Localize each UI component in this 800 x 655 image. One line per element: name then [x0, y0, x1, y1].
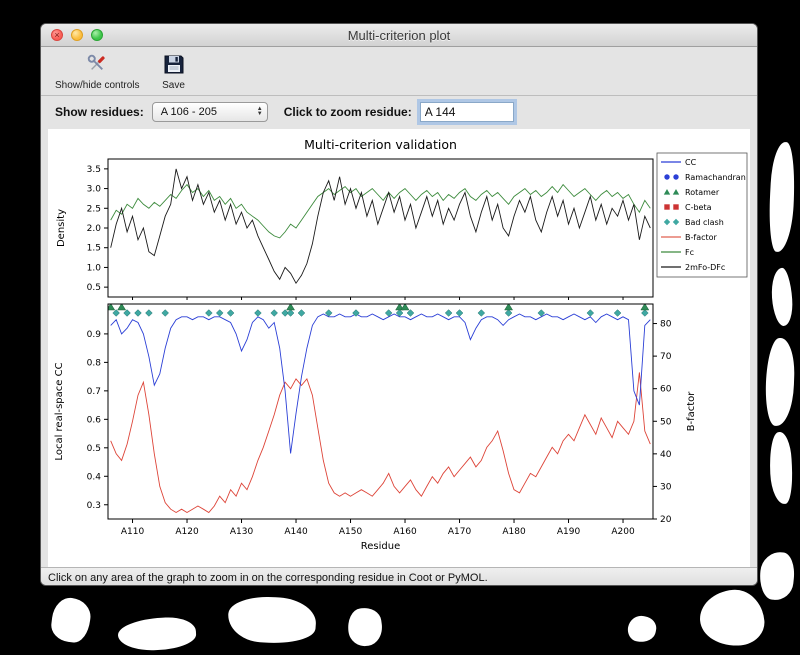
- svg-text:20: 20: [660, 515, 672, 525]
- zoom-button[interactable]: [91, 29, 103, 41]
- window-title: Multi-criterion plot: [347, 27, 451, 43]
- show-hide-controls-button[interactable]: Show/hide controls: [51, 51, 144, 92]
- svg-text:Local real-space CC: Local real-space CC: [54, 362, 65, 460]
- screen-artifact: [117, 615, 197, 653]
- svg-text:0.6: 0.6: [87, 415, 102, 425]
- svg-text:Ramachandran: Ramachandran: [685, 173, 746, 182]
- save-icon: [162, 52, 186, 79]
- status-bar: Click on any area of the graph to zoom i…: [41, 567, 757, 585]
- screen-artifact: [757, 550, 797, 602]
- svg-text:A110: A110: [121, 527, 145, 537]
- svg-text:A180: A180: [502, 527, 526, 537]
- controls-row: Show residues: A 106 - 205 ▲ ▼ Click to z…: [41, 96, 757, 127]
- svg-text:A170: A170: [448, 527, 472, 537]
- save-label: Save: [162, 80, 185, 91]
- residue-range-select[interactable]: A 106 - 205 ▲ ▼: [151, 102, 268, 122]
- svg-text:60: 60: [660, 385, 672, 395]
- desktop-background: { "window": { "title": "Multi-criterion …: [0, 0, 800, 655]
- svg-text:0.5: 0.5: [87, 283, 101, 293]
- screen-artifact: [768, 431, 794, 505]
- svg-text:A190: A190: [557, 527, 581, 537]
- svg-text:A120: A120: [175, 527, 199, 537]
- zoom-residue-input[interactable]: [419, 102, 514, 122]
- svg-text:2.0: 2.0: [87, 224, 102, 234]
- svg-text:Rotamer: Rotamer: [685, 188, 720, 197]
- title-bar[interactable]: × Multi-criterion plot: [41, 24, 757, 47]
- svg-text:30: 30: [660, 482, 672, 492]
- residue-range-value: A 106 - 205: [160, 106, 217, 118]
- svg-text:40: 40: [660, 450, 672, 460]
- toolbar: Show/hide controls Save: [41, 47, 757, 96]
- svg-text:Multi-criterion validation: Multi-criterion validation: [304, 137, 457, 152]
- svg-text:2mFo-DFc: 2mFo-DFc: [685, 263, 725, 272]
- svg-text:50: 50: [660, 417, 672, 427]
- svg-text:Residue: Residue: [361, 541, 400, 552]
- zoom-residue-label: Click to zoom residue:: [283, 105, 412, 119]
- svg-text:1.0: 1.0: [87, 263, 102, 273]
- status-text: Click on any area of the graph to zoom i…: [48, 572, 488, 584]
- window-controls: ×: [51, 29, 103, 41]
- svg-text:CC: CC: [685, 158, 697, 167]
- close-button[interactable]: ×: [51, 29, 63, 41]
- figure-area: 0.5 1.0 1.5 2.0 2.5 3.0 3.5 0.3 0.4 0.5 0.6 0.7 0.8 0…: [41, 127, 757, 567]
- svg-text:2.5: 2.5: [87, 204, 101, 214]
- svg-text:3.0: 3.0: [87, 185, 102, 195]
- svg-text:0.3: 0.3: [87, 501, 101, 511]
- validation-plot[interactable]: 0.5 1.0 1.5 2.0 2.5 3.0 3.5 0.3 0.4 0.5 0.6 0.7 0.8 0…: [48, 129, 750, 567]
- svg-text:80: 80: [660, 320, 672, 330]
- screen-artifact: [226, 593, 318, 647]
- show-hide-controls-label: Show/hide controls: [55, 80, 140, 91]
- svg-text:B-factor: B-factor: [685, 233, 718, 242]
- show-residues-label: Show residues:: [55, 105, 144, 119]
- svg-text:A140: A140: [284, 527, 308, 537]
- screen-artifact: [697, 587, 767, 649]
- svg-text:A150: A150: [339, 527, 363, 537]
- svg-text:0.8: 0.8: [87, 358, 102, 368]
- plot-canvas: 0.5 1.0 1.5 2.0 2.5 3.0 3.5 0.3 0.4 0.5 0.6 0.7 0.8 0…: [54, 137, 748, 552]
- minimize-button[interactable]: [71, 29, 83, 41]
- screen-artifact: [49, 595, 93, 645]
- svg-text:A200: A200: [611, 527, 635, 537]
- svg-text:Fc: Fc: [685, 248, 694, 257]
- svg-text:Density: Density: [56, 209, 67, 247]
- screen-artifact: [764, 337, 796, 427]
- screen-artifact: [767, 141, 797, 253]
- save-button[interactable]: Save: [158, 51, 190, 92]
- svg-text:0.5: 0.5: [87, 444, 101, 454]
- stepper-arrows-icon: ▲ ▼: [256, 106, 263, 117]
- screen-artifact: [770, 267, 794, 327]
- svg-text:0.7: 0.7: [87, 387, 101, 397]
- svg-text:3.5: 3.5: [87, 165, 101, 175]
- window: × Multi-criterion plot Show/hide control…: [40, 23, 758, 586]
- svg-text:Bad clash: Bad clash: [685, 218, 724, 227]
- svg-text:1.5: 1.5: [87, 244, 101, 254]
- screen-artifact: [345, 605, 385, 649]
- svg-text:0.4: 0.4: [87, 472, 102, 482]
- svg-text:C-beta: C-beta: [685, 203, 712, 212]
- svg-text:70: 70: [660, 352, 672, 362]
- svg-text:A160: A160: [393, 527, 417, 537]
- svg-text:A130: A130: [230, 527, 254, 537]
- screen-artifact: [625, 613, 659, 645]
- svg-text:B-factor: B-factor: [686, 391, 697, 432]
- tools-icon: [84, 52, 110, 79]
- svg-text:0.9: 0.9: [87, 330, 102, 340]
